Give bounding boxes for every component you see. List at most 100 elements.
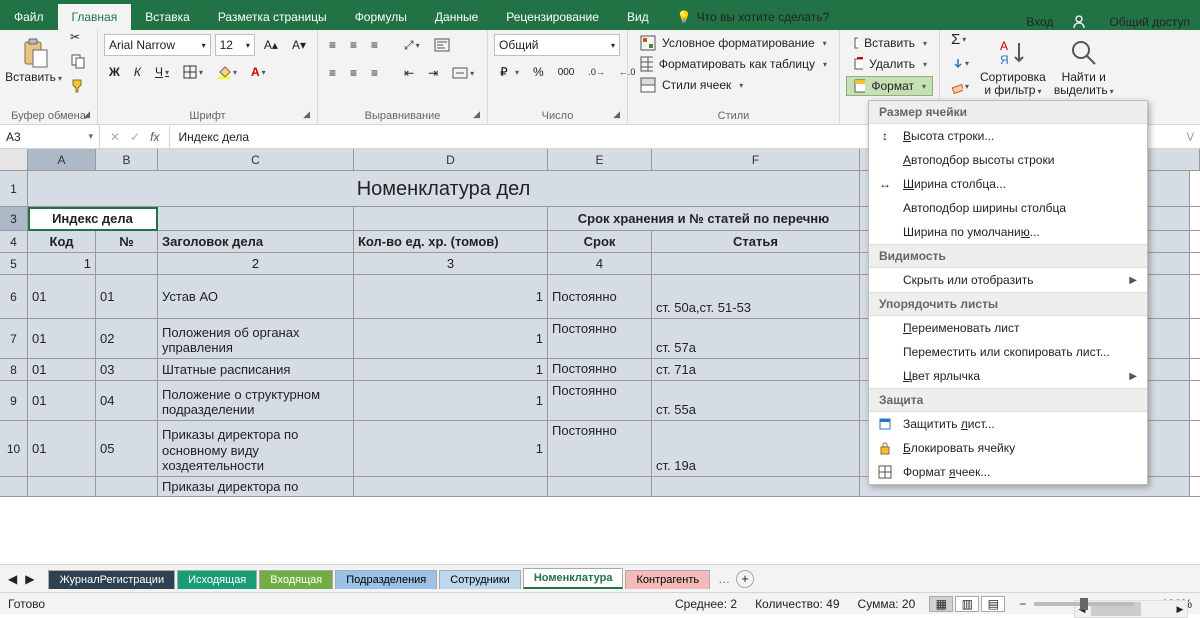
menu-col-width[interactable]: ↔Ширина столбца...: [869, 172, 1147, 196]
cell[interactable]: 05: [96, 421, 158, 476]
menu-lock-cell[interactable]: Блокировать ячейку: [869, 436, 1147, 460]
cell[interactable]: [354, 207, 548, 230]
cell[interactable]: ст. 57а: [652, 319, 860, 358]
cell[interactable]: [652, 253, 860, 274]
merge-button[interactable]: [447, 62, 479, 84]
cell[interactable]: Постоянно: [548, 359, 652, 380]
find-select-button[interactable]: Найти и выделить: [1052, 35, 1116, 105]
menu-format-cells[interactable]: Формат ячеек...: [869, 460, 1147, 484]
cell[interactable]: [652, 477, 860, 496]
sheet-tab[interactable]: Сотрудники: [439, 570, 521, 589]
clipboard-launcher[interactable]: ◢: [80, 108, 93, 121]
tabs-more-icon[interactable]: …: [718, 572, 730, 586]
menu-tab-color[interactable]: Цвет ярлычка▶: [869, 364, 1147, 388]
cell[interactable]: [96, 477, 158, 496]
menu-protect-sheet[interactable]: Защитить лист...: [869, 412, 1147, 436]
col-header-E[interactable]: E: [548, 149, 652, 170]
sort-filter-button[interactable]: АЯ Сортировка и фильтр: [978, 35, 1048, 105]
zoom-slider[interactable]: [1034, 602, 1134, 606]
new-sheet-button[interactable]: +: [736, 570, 754, 588]
cell[interactable]: 4: [548, 253, 652, 274]
menu-hide-show[interactable]: Скрыть или отобразить▶: [869, 268, 1147, 292]
cell-styles-button[interactable]: Стили ячеек: [634, 76, 833, 94]
fx-icon[interactable]: fх: [150, 130, 159, 144]
cell[interactable]: №: [96, 231, 158, 252]
page-break-view-button[interactable]: ▤: [981, 596, 1005, 612]
cell[interactable]: Срок: [548, 231, 652, 252]
font-size-combo[interactable]: ▾: [215, 34, 255, 56]
row-header[interactable]: [0, 477, 28, 496]
cell[interactable]: [28, 477, 96, 496]
cell[interactable]: 1: [354, 275, 548, 318]
expand-formula-icon[interactable]: ⋁: [1181, 131, 1200, 142]
sheet-tab[interactable]: Контрагенть: [625, 570, 710, 589]
page-layout-view-button[interactable]: ▥: [955, 596, 979, 612]
cell[interactable]: Положение о структурном подразделении: [158, 381, 354, 420]
cell[interactable]: [548, 477, 652, 496]
orientation-button[interactable]: ⤢: [399, 35, 425, 56]
cell[interactable]: ст. 19а: [652, 421, 860, 476]
tabs-next-icon[interactable]: ▶: [25, 572, 34, 586]
tab-layout[interactable]: Разметка страницы: [204, 4, 341, 30]
cell[interactable]: 01: [28, 359, 96, 380]
zoom-out-button[interactable]: −: [1019, 597, 1026, 611]
conditional-formatting-button[interactable]: Условное форматирование: [634, 34, 833, 52]
row-header[interactable]: 7: [0, 319, 28, 358]
col-header-C[interactable]: C: [158, 149, 354, 170]
tab-view[interactable]: Вид: [613, 4, 663, 30]
number-launcher[interactable]: ◢: [610, 108, 623, 121]
cell[interactable]: 02: [96, 319, 158, 358]
cell[interactable]: Приказы директора по основному виду хозд…: [158, 421, 354, 476]
menu-autofit-row[interactable]: Автоподбор высоты строки: [869, 148, 1147, 172]
cell[interactable]: Кол-во ед. хр. (томов): [354, 231, 548, 252]
cell[interactable]: Штатные расписания: [158, 359, 354, 380]
cell[interactable]: 1: [354, 359, 548, 380]
cell[interactable]: 03: [96, 359, 158, 380]
format-painter-button[interactable]: [65, 75, 91, 97]
row-header[interactable]: 5: [0, 253, 28, 274]
row-header[interactable]: 8: [0, 359, 28, 380]
decrease-indent-button[interactable]: ⇤: [399, 63, 419, 83]
align-top-button[interactable]: ≡: [324, 35, 341, 55]
font-name-combo[interactable]: ▾: [104, 34, 211, 56]
cell[interactable]: Постоянно: [548, 421, 652, 476]
comma-button[interactable]: 000: [553, 64, 580, 81]
cell[interactable]: 01: [28, 381, 96, 420]
cell[interactable]: 2: [158, 253, 354, 274]
cell[interactable]: Постоянно: [548, 381, 652, 420]
col-header-D[interactable]: D: [354, 149, 548, 170]
number-format-combo[interactable]: ▾: [494, 34, 620, 56]
cell[interactable]: Индекс дела: [28, 207, 158, 230]
sheet-tab[interactable]: Входящая: [259, 570, 333, 589]
cell[interactable]: Номенклатура дел: [28, 171, 860, 206]
shrink-font-button[interactable]: A▾: [287, 35, 311, 55]
sheet-tab[interactable]: ЖурналРегистрации: [48, 570, 175, 589]
percent-button[interactable]: %: [528, 62, 549, 82]
row-header[interactable]: 4: [0, 231, 28, 252]
increase-decimal-button[interactable]: .0→: [583, 64, 610, 80]
cell[interactable]: 01: [28, 275, 96, 318]
cancel-formula-icon[interactable]: ✕: [110, 130, 120, 144]
cell[interactable]: 1: [354, 319, 548, 358]
cell[interactable]: 04: [96, 381, 158, 420]
cell[interactable]: Приказы директора по: [158, 477, 354, 496]
tab-formulas[interactable]: Формулы: [341, 4, 421, 30]
borders-button[interactable]: [178, 62, 208, 82]
fill-color-button[interactable]: [212, 62, 242, 82]
cell[interactable]: ст. 71а: [652, 359, 860, 380]
align-bottom-button[interactable]: ≡: [366, 35, 383, 55]
menu-move-copy-sheet[interactable]: Переместить или скопировать лист...: [869, 340, 1147, 364]
normal-view-button[interactable]: ▦: [929, 596, 953, 612]
fill-button[interactable]: [946, 54, 974, 74]
cell[interactable]: Срок хранения и № статей по перечню: [548, 207, 860, 230]
row-header[interactable]: 3: [0, 207, 28, 230]
underline-button[interactable]: Ч: [150, 62, 174, 82]
cell[interactable]: [158, 207, 354, 230]
cell[interactable]: 1: [354, 421, 548, 476]
enter-formula-icon[interactable]: ✓: [130, 130, 140, 144]
tabs-prev-icon[interactable]: ◀: [8, 572, 17, 586]
cell[interactable]: Статья: [652, 231, 860, 252]
autosum-button[interactable]: Σ: [946, 28, 974, 51]
italic-button[interactable]: К: [129, 62, 146, 82]
clear-button[interactable]: [946, 77, 974, 97]
